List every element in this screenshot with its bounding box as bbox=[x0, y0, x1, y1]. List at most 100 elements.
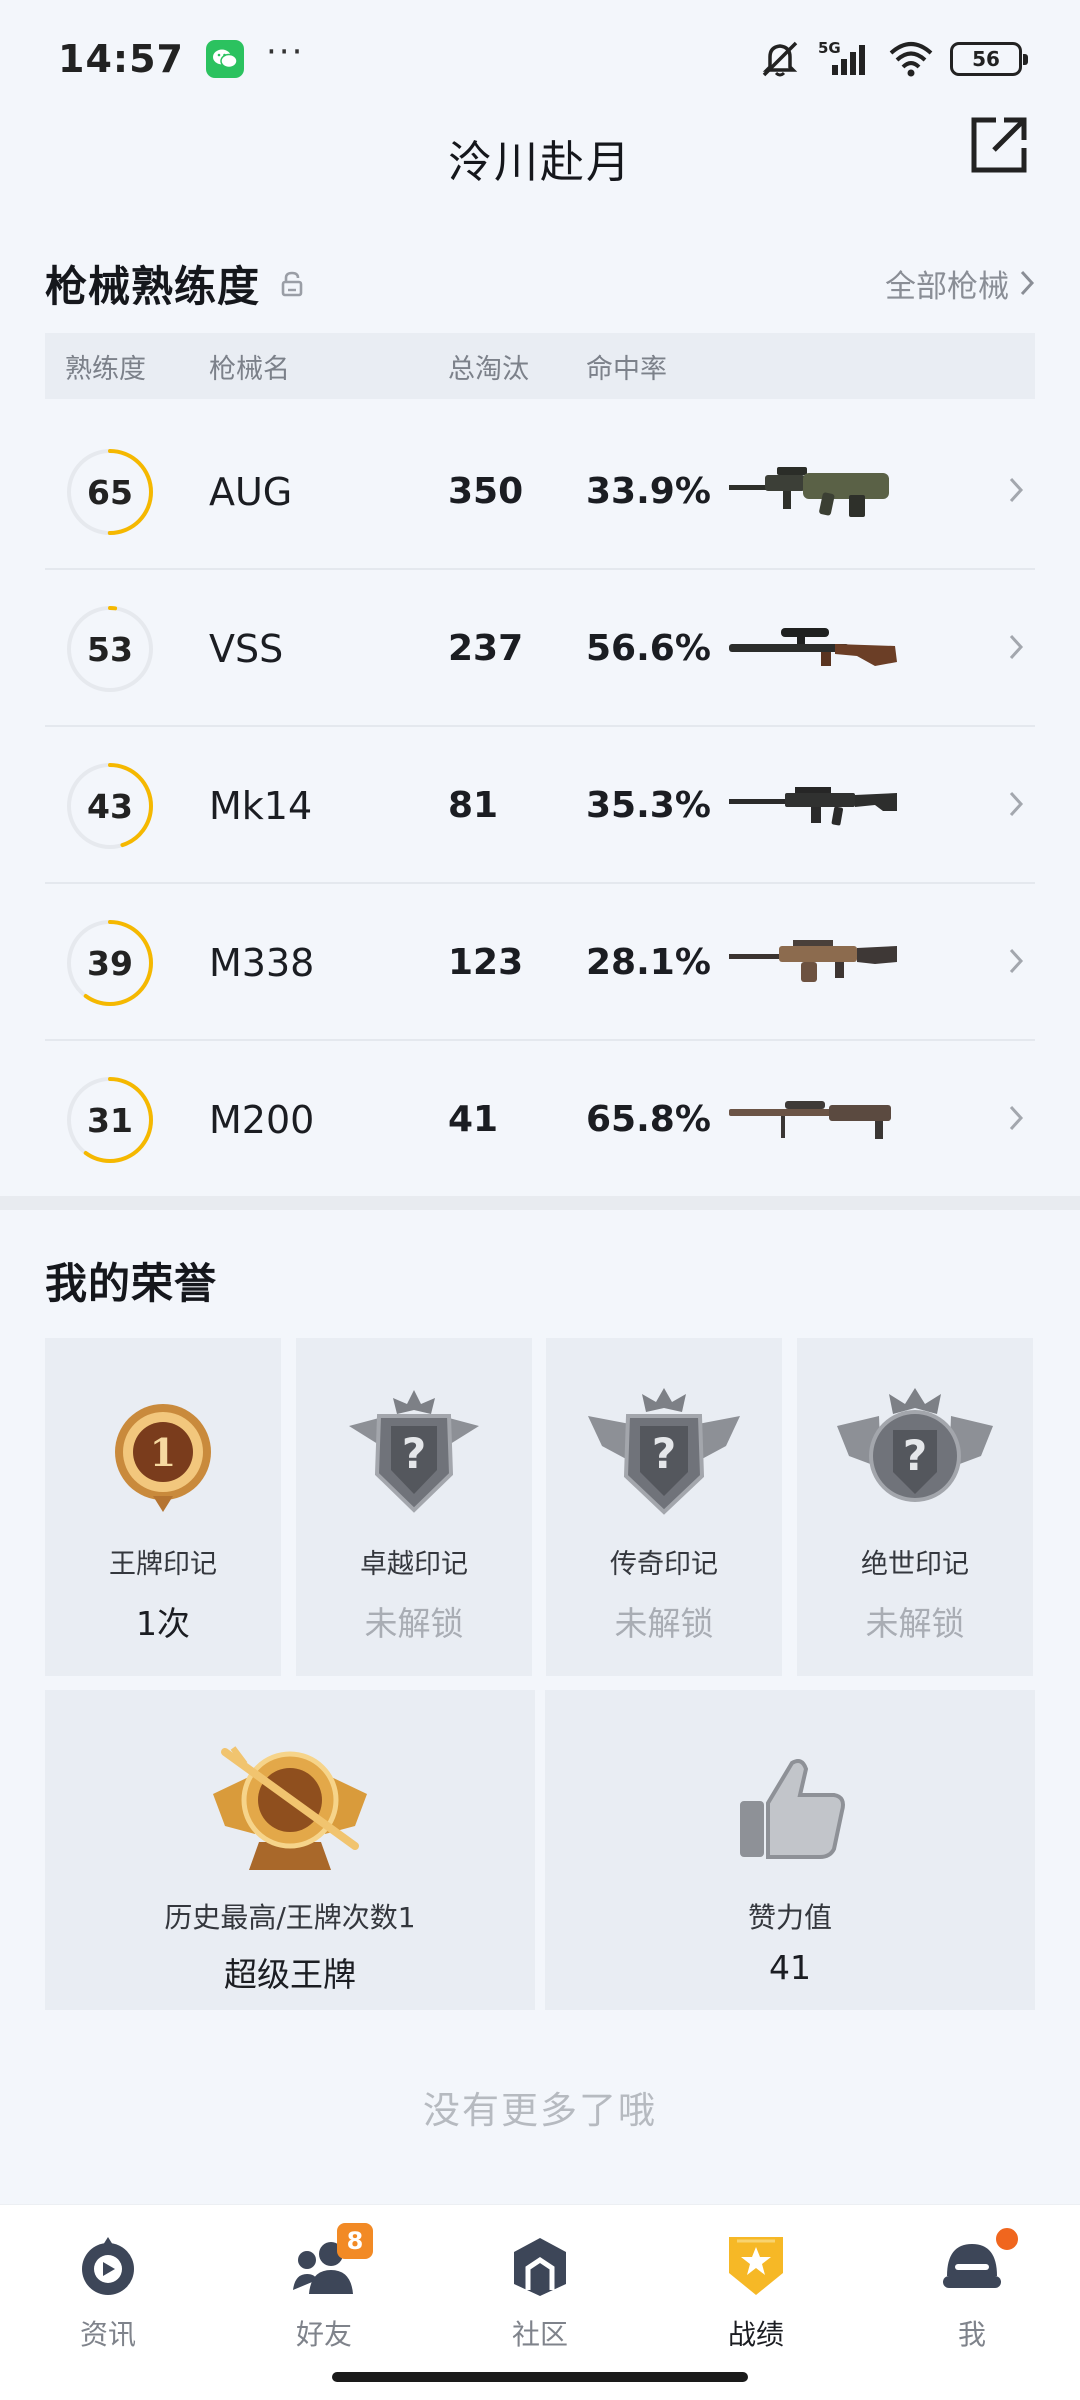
likes-label: 赞力值 bbox=[747, 1901, 832, 1934]
locked-ornate-badge-icon: ? bbox=[835, 1386, 995, 1526]
chevron-right-icon bbox=[1009, 634, 1024, 660]
col-kills: 总淘汰 bbox=[448, 353, 529, 385]
weapon-row[interactable]: 43 Mk14 81 35.3% bbox=[45, 727, 1035, 884]
nav-item-profile[interactable]: 我 bbox=[902, 2225, 1042, 2353]
record-icon bbox=[721, 2231, 791, 2301]
community-icon bbox=[505, 2231, 575, 2301]
honor-card-ace[interactable]: 1 王牌印记 1次 bbox=[45, 1338, 281, 1676]
chevron-right-icon bbox=[1009, 948, 1024, 974]
weapon-accuracy: 35.3% bbox=[586, 785, 711, 826]
weapon-accuracy: 65.8% bbox=[586, 1099, 711, 1140]
honor-card-unrivaled[interactable]: ? 绝世印记 未解锁 bbox=[797, 1338, 1033, 1676]
honor-card-excellence[interactable]: ? 卓越印记 未解锁 bbox=[296, 1338, 532, 1676]
home-indicator bbox=[332, 2372, 748, 2382]
share-external-icon[interactable] bbox=[968, 112, 1032, 176]
honor-label: 王牌印记 bbox=[109, 1549, 217, 1580]
weapon-table-header: 熟练度 枪械名 总淘汰 命中率 bbox=[45, 333, 1035, 399]
all-weapons-link[interactable]: 全部枪械 bbox=[885, 261, 1035, 306]
proficiency-value: 39 bbox=[87, 943, 133, 983]
nav-label: 社区 bbox=[511, 2318, 568, 2351]
weapon-accuracy: 33.9% bbox=[586, 471, 711, 512]
highest-tier-value: 超级王牌 bbox=[224, 1955, 356, 1994]
weapon-row[interactable]: 39 M338 123 28.1% bbox=[45, 884, 1035, 1041]
mute-icon bbox=[758, 39, 802, 79]
nav-item-record[interactable]: 战绩 bbox=[686, 2231, 826, 2353]
chevron-right-icon bbox=[1020, 270, 1035, 296]
weapon-section-title: 枪械熟练度 bbox=[45, 261, 261, 311]
nav-item-friends[interactable]: 8 好友 bbox=[254, 2223, 394, 2353]
weapon-kills: 123 bbox=[448, 942, 524, 983]
weapon-kills: 41 bbox=[448, 1099, 499, 1140]
honor-value: 未解锁 bbox=[364, 1604, 464, 1643]
locked-winged-badge-icon: ? bbox=[584, 1386, 744, 1526]
section-divider bbox=[0, 1196, 1080, 1210]
bottom-nav: 资讯 8 好友 社区 战绩 我 bbox=[0, 2204, 1080, 2400]
honor-label: 卓越印记 bbox=[360, 1549, 468, 1580]
weapon-name: M338 bbox=[209, 940, 315, 985]
proficiency-value: 31 bbox=[87, 1100, 133, 1140]
aug-rifle-image bbox=[729, 467, 889, 517]
proficiency-value: 43 bbox=[87, 786, 133, 826]
svg-text:?: ? bbox=[402, 1429, 426, 1478]
col-accuracy: 命中率 bbox=[586, 353, 667, 385]
honor-value: 未解锁 bbox=[865, 1604, 965, 1643]
weapon-name: AUG bbox=[209, 469, 293, 514]
svg-text:?: ? bbox=[903, 1431, 927, 1480]
nav-item-news[interactable]: 资讯 bbox=[38, 2231, 178, 2353]
lock-icon[interactable] bbox=[280, 271, 304, 301]
weapon-name: Mk14 bbox=[209, 783, 313, 828]
weapon-kills: 350 bbox=[448, 471, 524, 512]
wechat-icon bbox=[205, 40, 244, 78]
nav-item-community[interactable]: 社区 bbox=[470, 2231, 610, 2353]
likes-value: 41 bbox=[769, 1948, 811, 1987]
friends-badge: 8 bbox=[337, 2223, 373, 2259]
profile-icon bbox=[937, 2225, 1021, 2301]
status-bar: 14:57 ··· 5G 56 bbox=[0, 0, 1080, 118]
end-of-list-text: 没有更多了哦 bbox=[423, 2089, 657, 2132]
weapon-name: VSS bbox=[209, 626, 284, 671]
all-weapons-label: 全部枪械 bbox=[885, 268, 1009, 305]
nav-label: 战绩 bbox=[727, 2318, 784, 2351]
highest-tier-card[interactable]: 历史最高/王牌次数1 超级王牌 bbox=[45, 1690, 535, 2010]
honor-label: 绝世印记 bbox=[861, 1549, 969, 1580]
nav-label: 好友 bbox=[295, 2318, 352, 2351]
super-ace-emblem-icon bbox=[205, 1734, 375, 1884]
page-header: 泠川赴月 bbox=[0, 108, 1080, 208]
nav-label: 资讯 bbox=[79, 2318, 136, 2351]
m338-rifle-image bbox=[729, 940, 897, 982]
weapon-list: 65 AUG 350 33.9% 53 VSS 237 56.6% 43 Mk1… bbox=[45, 413, 1035, 1198]
news-icon bbox=[73, 2231, 143, 2301]
profile-notification-dot bbox=[993, 2225, 1021, 2253]
mk14-rifle-image bbox=[729, 787, 897, 826]
honor-label: 传奇印记 bbox=[610, 1549, 718, 1580]
weapon-row[interactable]: 31 M200 41 65.8% bbox=[45, 1041, 1035, 1198]
page-title: 泠川赴月 bbox=[448, 137, 632, 188]
thumbs-up-icon bbox=[705, 1734, 875, 1884]
wifi-icon bbox=[888, 41, 934, 77]
signal-icon: 5G bbox=[818, 39, 872, 79]
nav-label: 我 bbox=[957, 2318, 986, 2351]
chevron-right-icon bbox=[1009, 1105, 1024, 1131]
chevron-right-icon bbox=[1009, 477, 1024, 503]
honor-value: 1次 bbox=[136, 1604, 190, 1643]
weapon-row[interactable]: 65 AUG 350 33.9% bbox=[45, 413, 1035, 570]
proficiency-value: 53 bbox=[87, 629, 133, 669]
weapon-row[interactable]: 53 VSS 237 56.6% bbox=[45, 570, 1035, 727]
weapon-accuracy: 56.6% bbox=[586, 628, 711, 669]
weapon-kills: 237 bbox=[448, 628, 524, 669]
m200-rifle-image bbox=[729, 1101, 891, 1139]
weapon-kills: 81 bbox=[448, 785, 499, 826]
locked-shield-badge-icon: ? bbox=[334, 1386, 494, 1526]
honor-card-legend[interactable]: ? 传奇印记 未解锁 bbox=[546, 1338, 782, 1676]
col-proficiency: 熟练度 bbox=[65, 353, 146, 385]
honor-value: 未解锁 bbox=[614, 1604, 714, 1643]
likes-card[interactable]: 赞力值 41 bbox=[545, 1690, 1035, 2010]
weapon-name: M200 bbox=[209, 1097, 315, 1142]
svg-text:?: ? bbox=[652, 1429, 676, 1478]
highest-tier-label: 历史最高/王牌次数1 bbox=[164, 1901, 416, 1934]
ace-medal-icon: 1 bbox=[83, 1386, 243, 1526]
weapon-section-header: 枪械熟练度 全部枪械 bbox=[45, 250, 1035, 316]
proficiency-value: 65 bbox=[87, 472, 133, 512]
battery-icon: 56 bbox=[950, 42, 1028, 76]
status-time: 14:57 bbox=[58, 37, 184, 81]
